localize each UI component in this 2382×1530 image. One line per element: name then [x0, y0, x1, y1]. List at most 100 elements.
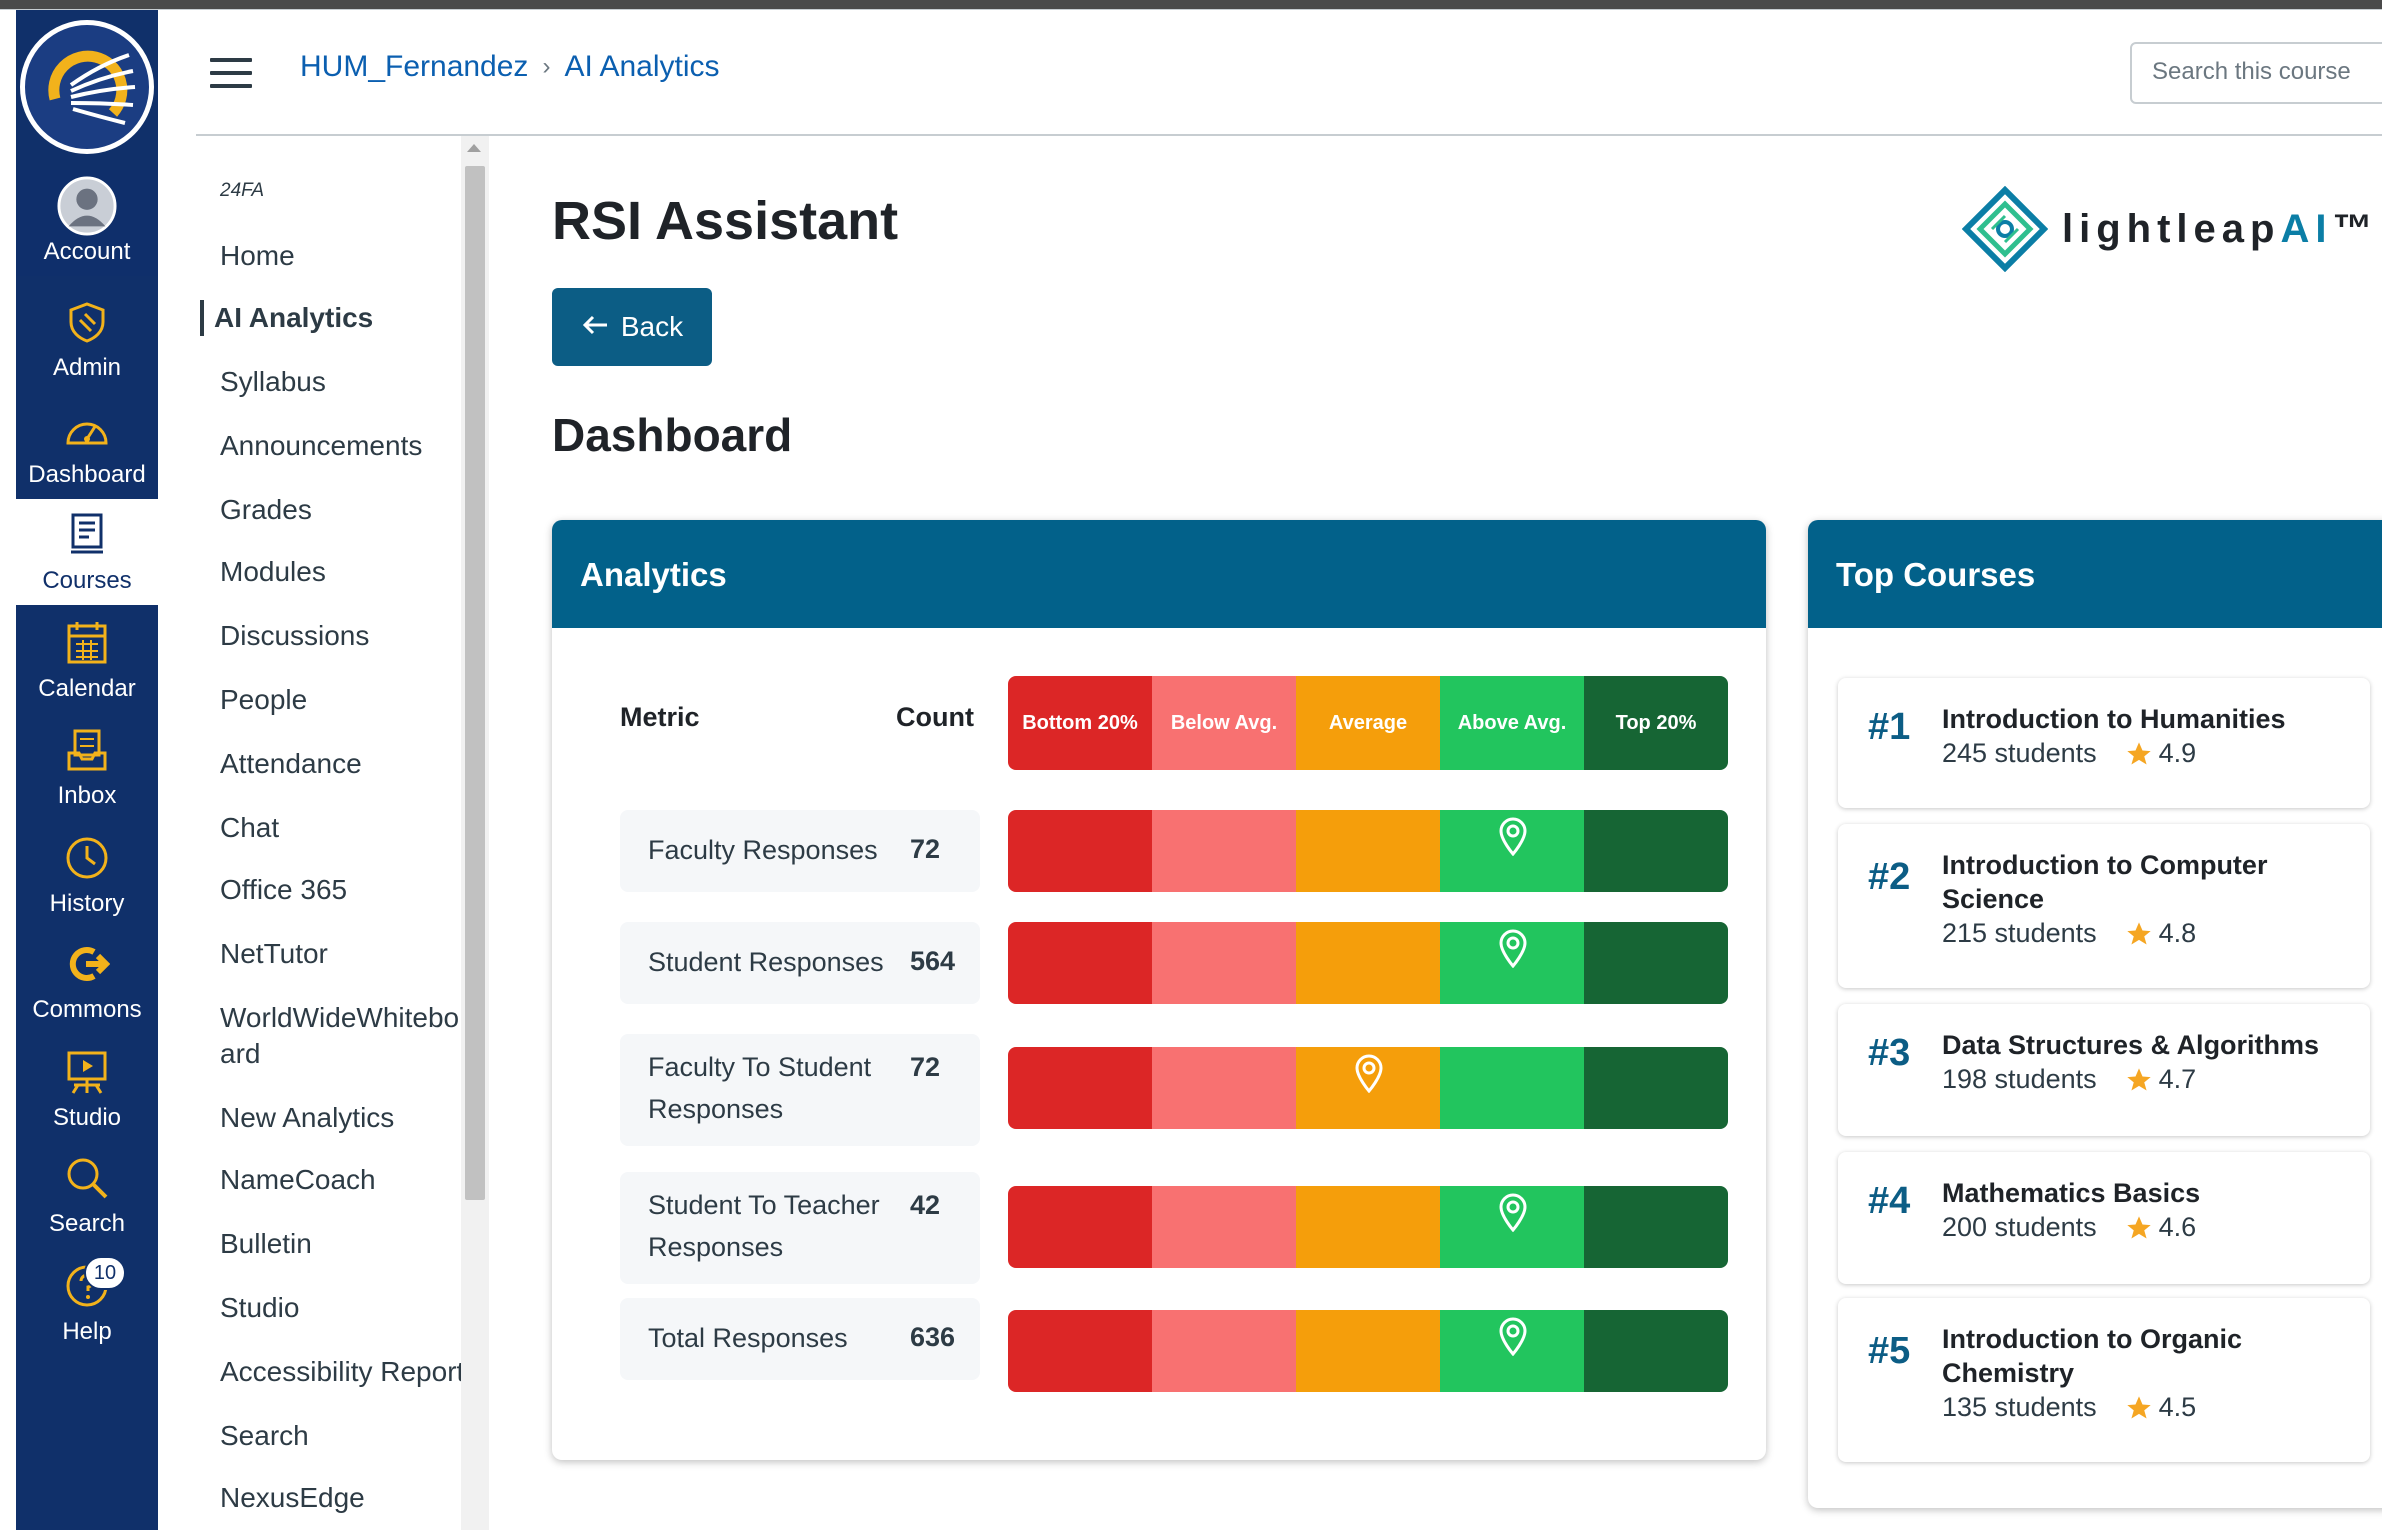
course-nav-ai-analytics[interactable]: AI Analytics	[200, 300, 460, 336]
course-menu-toggle[interactable]	[210, 58, 252, 90]
nav-inbox-label: Inbox	[57, 782, 117, 809]
location-pin-icon	[1354, 1053, 1384, 1098]
course-rank: #2	[1868, 856, 1911, 898]
course-nav-grades[interactable]: Grades	[210, 492, 470, 528]
course-nav-announcements[interactable]: Announcements	[210, 428, 470, 464]
header-divider	[196, 134, 2382, 136]
course-rating: 4.9	[2158, 738, 2197, 768]
course-nav-discussions[interactable]: Discussions	[210, 618, 470, 654]
course-name: Data Structures & Algorithms	[1942, 1030, 2320, 1060]
metric-name: Faculty Responses	[648, 835, 878, 865]
shield-icon	[57, 292, 117, 352]
course-nav-new-analytics[interactable]: New Analytics	[210, 1100, 470, 1136]
scroll-up-arrow-icon[interactable]	[467, 144, 481, 152]
search-course-input[interactable]: Search this course	[2130, 42, 2382, 104]
inbox-icon	[57, 720, 117, 780]
performance-bar-segment	[1008, 922, 1152, 1004]
course-rating: 4.7	[2158, 1064, 2197, 1094]
institution-logo[interactable]	[20, 14, 154, 160]
star-icon	[2125, 920, 2153, 948]
top-course-item[interactable]: #5 Introduction to Organic Chemistry 135 s…	[1838, 1298, 2370, 1462]
course-nav-chat[interactable]: Chat	[210, 810, 470, 846]
course-nav-nettutor[interactable]: NetTutor	[210, 936, 470, 972]
top-course-item[interactable]: #4 Mathematics Basics 200 students 4.6	[1838, 1152, 2370, 1284]
dashboard-gauge-icon	[57, 399, 117, 459]
performance-bar	[1008, 1310, 1728, 1392]
nav-studio[interactable]: Studio	[16, 1036, 158, 1142]
course-nav: 24FA Home AI Analytics Syllabus Announce…	[196, 136, 486, 1530]
nav-calendar-label: Calendar	[38, 675, 136, 702]
performance-bar-segment	[1584, 1047, 1728, 1129]
nav-commons[interactable]: Commons	[16, 928, 158, 1034]
course-nav-nexusedge[interactable]: NexusEdge	[210, 1480, 470, 1516]
course-nav-scroll-thumb[interactable]	[465, 166, 485, 1200]
nav-help[interactable]: 10 Help	[16, 1250, 158, 1356]
performance-bar-segment	[1584, 922, 1728, 1004]
performance-bar-segment	[1440, 922, 1584, 1004]
course-nav-office-365[interactable]: Office 365	[210, 872, 470, 908]
logo-emblem-icon	[20, 20, 154, 154]
course-students: 200 students	[1942, 1212, 2097, 1242]
nav-calendar[interactable]: Calendar	[16, 607, 158, 713]
calendar-icon	[57, 613, 117, 673]
performance-bar-segment	[1008, 1047, 1152, 1129]
user-avatar-icon	[57, 176, 117, 236]
legend-average: Average	[1296, 676, 1440, 770]
course-nav-people[interactable]: People	[210, 682, 470, 718]
location-pin-icon	[1498, 816, 1528, 861]
metric-count: 564	[910, 946, 956, 976]
course-nav-syllabus[interactable]: Syllabus	[210, 364, 470, 400]
analytics-card: Analytics Metric Count Bottom 20% Below …	[552, 520, 1766, 1460]
page-title: RSI Assistant	[552, 191, 899, 251]
course-nav-accessibility-report[interactable]: Accessibility Report	[210, 1354, 470, 1390]
nav-account[interactable]: Account	[16, 170, 158, 276]
back-button[interactable]: Back	[552, 288, 712, 366]
course-nav-modules[interactable]: Modules	[210, 554, 470, 590]
back-button-label: Back	[620, 311, 684, 342]
column-header-count: Count	[896, 702, 974, 732]
hamburger-line	[210, 71, 252, 75]
breadcrumb-course-link[interactable]: HUM_Fernandez	[300, 50, 528, 84]
top-course-item[interactable]: #2 Introduction to Computer Science 215 st…	[1838, 824, 2370, 988]
breadcrumb-page-link[interactable]: AI Analytics	[564, 50, 719, 84]
performance-bar	[1008, 1186, 1728, 1268]
course-nav-worldwidewhiteboard[interactable]: WorldWideWhitebo ard	[210, 1000, 470, 1072]
course-name: Introduction to Humanities	[1942, 704, 2286, 734]
nav-history[interactable]: History	[16, 822, 158, 928]
course-nav-search[interactable]: Search	[210, 1418, 470, 1454]
clock-icon	[57, 828, 117, 888]
nav-search-label: Search	[48, 1210, 126, 1237]
course-name: Introduction to Computer Science	[1942, 850, 2268, 914]
nav-inbox[interactable]: Inbox	[16, 714, 158, 820]
lightleap-wordmark: lightleapAI™	[2062, 207, 2378, 252]
course-rank: #3	[1868, 1032, 1911, 1074]
metric-row: Student Responses 564	[620, 922, 980, 1004]
course-rating: 4.8	[2158, 918, 2197, 948]
course-nav-studio[interactable]: Studio	[210, 1290, 470, 1326]
performance-bar-segment	[1296, 1310, 1440, 1392]
course-students: 198 students	[1942, 1064, 2097, 1094]
performance-bar	[1008, 810, 1728, 892]
course-name: Mathematics Basics	[1942, 1178, 2201, 1208]
nav-search[interactable]: Search	[16, 1142, 158, 1248]
performance-bar-segment	[1440, 1047, 1584, 1129]
nav-courses[interactable]: Courses	[16, 499, 158, 605]
course-nav-home[interactable]: Home	[210, 238, 470, 274]
performance-legend: Bottom 20% Below Avg. Average Above Avg.…	[1008, 676, 1728, 770]
course-students: 215 students	[1942, 918, 2097, 948]
performance-bar-segment	[1296, 1186, 1440, 1268]
nav-dashboard[interactable]: Dashboard	[16, 393, 158, 499]
metric-name: Student To Teacher Responses	[648, 1190, 880, 1262]
legend-below-avg: Below Avg.	[1152, 676, 1296, 770]
hamburger-line	[210, 84, 252, 88]
course-nav-bulletin[interactable]: Bulletin	[210, 1226, 470, 1262]
top-course-item[interactable]: #3 Data Structures & Algorithms 198 studen…	[1838, 1004, 2370, 1136]
top-course-item[interactable]: #1 Introduction to Humanities 245 students…	[1838, 678, 2370, 808]
star-icon	[2125, 740, 2153, 768]
legend-bottom-20: Bottom 20%	[1008, 676, 1152, 770]
nav-admin[interactable]: Admin	[16, 286, 158, 392]
course-nav-namecoach[interactable]: NameCoach	[210, 1162, 470, 1198]
course-nav-attendance[interactable]: Attendance	[210, 746, 470, 782]
course-meta: 215 students 4.8	[1942, 918, 2196, 949]
course-meta: 245 students 4.9	[1942, 738, 2196, 769]
